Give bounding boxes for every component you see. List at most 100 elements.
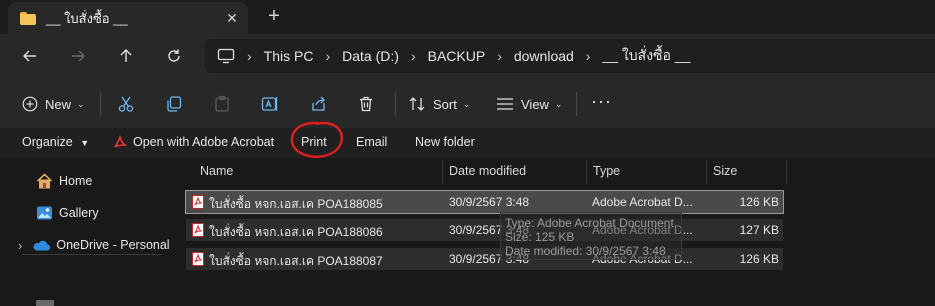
nav-item-home[interactable]: Home	[36, 170, 92, 192]
divider	[100, 92, 101, 116]
home-icon	[37, 173, 52, 189]
chevron-right-icon: ›	[247, 48, 252, 64]
tooltip-type: Type: Adobe Acrobat Document	[505, 216, 674, 230]
breadcrumb-download[interactable]: download	[514, 48, 574, 64]
breadcrumb-this-pc[interactable]: This PC	[264, 48, 314, 64]
divider	[576, 92, 577, 116]
up-button[interactable]	[112, 42, 140, 70]
file-row[interactable]: ใบสั่งซื้อ หจก.เอส.เค POA188086 30/9/256…	[186, 219, 783, 241]
copy-icon	[167, 96, 182, 112]
close-tab-button[interactable]: ✕	[222, 8, 242, 28]
arrow-right-icon	[72, 50, 85, 62]
pdf-file-icon	[192, 252, 204, 266]
refresh-button[interactable]	[160, 42, 188, 70]
chevron-right-icon[interactable]: ›	[325, 48, 330, 64]
tab-strip: __ ใบสั่งซื้อ __ ✕ +	[0, 0, 935, 34]
file-date: 30/9/2567 3:48	[449, 195, 530, 209]
rename-button[interactable]	[261, 92, 279, 116]
file-list-pane: Name Date modified Type Size ใบสั่งซื้อ …	[172, 158, 935, 306]
column-header-date-modified[interactable]: Date modified	[443, 158, 526, 184]
new-folder-button[interactable]: New folder	[415, 135, 475, 149]
column-header-size[interactable]: Size	[707, 158, 737, 184]
delete-button[interactable]	[357, 92, 375, 116]
plus-circle-icon	[22, 96, 38, 112]
view-label: View	[521, 96, 549, 112]
file-info-tooltip: Type: Adobe Acrobat Document Size: 125 K…	[500, 212, 682, 260]
trash-icon	[360, 96, 372, 112]
file-size: 126 KB	[739, 195, 779, 209]
cut-button[interactable]	[117, 92, 135, 116]
view-lines-icon	[497, 98, 513, 110]
new-button[interactable]: New ⌄	[22, 92, 85, 116]
file-row[interactable]: ใบสั่งซื้อ หจก.เอส.เค POA188085 30/9/256…	[185, 190, 784, 214]
nav-home-label: Home	[59, 174, 93, 188]
more-options-button[interactable]: ···	[591, 89, 612, 113]
sort-arrows-icon	[409, 97, 425, 111]
organize-label: Organize	[22, 135, 73, 149]
tooltip-size: Size: 125 KB	[505, 230, 575, 244]
share-button[interactable]	[309, 92, 327, 116]
breadcrumb-data-drive[interactable]: Data (D:)	[342, 48, 399, 64]
chevron-down-icon: ⌄	[77, 98, 85, 109]
column-header-name[interactable]: Name	[194, 158, 233, 184]
divider	[22, 254, 162, 255]
column-divider[interactable]	[786, 160, 787, 184]
context-menu-bar: Organize ▼ Open with Adobe Acrobat Print…	[0, 128, 935, 158]
chevron-down-icon: ⌄	[554, 98, 563, 109]
gallery-icon	[37, 206, 52, 220]
paste-button[interactable]	[213, 92, 231, 116]
file-name: ใบสั่งซื้อ หจก.เอส.เค POA188085	[209, 197, 383, 211]
open-with-acrobat-button[interactable]: Open with Adobe Acrobat	[113, 135, 274, 149]
tooltip-date: Date modified: 30/9/2567 3:48	[505, 244, 666, 258]
caret-down-icon: ▼	[80, 138, 90, 148]
sort-label: Sort	[433, 96, 457, 112]
open-with-label: Open with Adobe Acrobat	[133, 135, 275, 149]
refresh-icon	[168, 49, 180, 62]
file-name: ใบสั่งซื้อ หจก.เอส.เค POA188087	[209, 254, 383, 268]
view-button[interactable]: View ⌄	[496, 92, 563, 116]
file-row[interactable]: ใบสั่งซื้อ หจก.เอส.เค POA188087 30/9/256…	[186, 248, 783, 270]
new-tab-button[interactable]: +	[262, 4, 286, 28]
nav-onedrive-label: OneDrive - Personal	[56, 238, 170, 252]
nav-item-onedrive[interactable]: › OneDrive - Personal	[18, 234, 170, 256]
chevron-down-icon: ⌄	[462, 98, 471, 109]
file-type: Adobe Acrobat D...	[592, 195, 693, 209]
copy-button[interactable]	[165, 92, 183, 116]
chevron-right-icon[interactable]: ›	[411, 48, 416, 64]
arrow-up-icon	[120, 49, 132, 62]
pdf-file-icon	[192, 195, 204, 209]
chevron-right-icon[interactable]: ›	[18, 238, 22, 253]
email-button[interactable]: Email	[356, 135, 387, 149]
organize-menu[interactable]: Organize ▼	[22, 135, 89, 149]
nav-item-gallery[interactable]: Gallery	[36, 202, 99, 224]
acrobat-icon	[114, 135, 127, 148]
back-button[interactable]	[16, 42, 44, 70]
rename-icon	[261, 97, 278, 111]
tab-title: __ ใบสั่งซื้อ __	[46, 10, 128, 26]
monitor-icon	[217, 48, 235, 64]
scissors-icon	[118, 96, 134, 112]
tab-current-folder[interactable]: __ ใบสั่งซื้อ __ ✕	[8, 2, 248, 34]
onedrive-cloud-icon	[33, 240, 51, 251]
nav-gallery-label: Gallery	[59, 206, 99, 220]
chevron-right-icon[interactable]: ›	[497, 48, 502, 64]
folder-icon	[20, 11, 36, 25]
address-row: › This PC › Data (D:) › BACKUP › downloa…	[0, 34, 935, 78]
clipboard-icon	[215, 95, 229, 112]
forward-button[interactable]	[64, 42, 92, 70]
column-header-type[interactable]: Type	[587, 158, 620, 184]
sort-button[interactable]: Sort ⌄	[408, 92, 470, 116]
chevron-right-icon[interactable]: ›	[586, 48, 591, 64]
file-size: 126 KB	[739, 252, 779, 266]
share-icon	[312, 96, 325, 111]
address-bar[interactable]: › This PC › Data (D:) › BACKUP › downloa…	[205, 39, 935, 73]
arrow-left-icon	[23, 50, 36, 62]
print-button[interactable]: Print	[301, 135, 327, 149]
breadcrumb-current-folder[interactable]: __ ใบสั่งซื้อ __	[602, 45, 690, 67]
new-label: New	[45, 96, 72, 112]
divider	[395, 92, 396, 116]
navigation-pane: Home Gallery › OneDrive - Personal	[0, 158, 172, 306]
pdf-file-icon	[192, 223, 204, 237]
breadcrumb-backup[interactable]: BACKUP	[428, 48, 486, 64]
file-size: 127 KB	[739, 223, 779, 237]
